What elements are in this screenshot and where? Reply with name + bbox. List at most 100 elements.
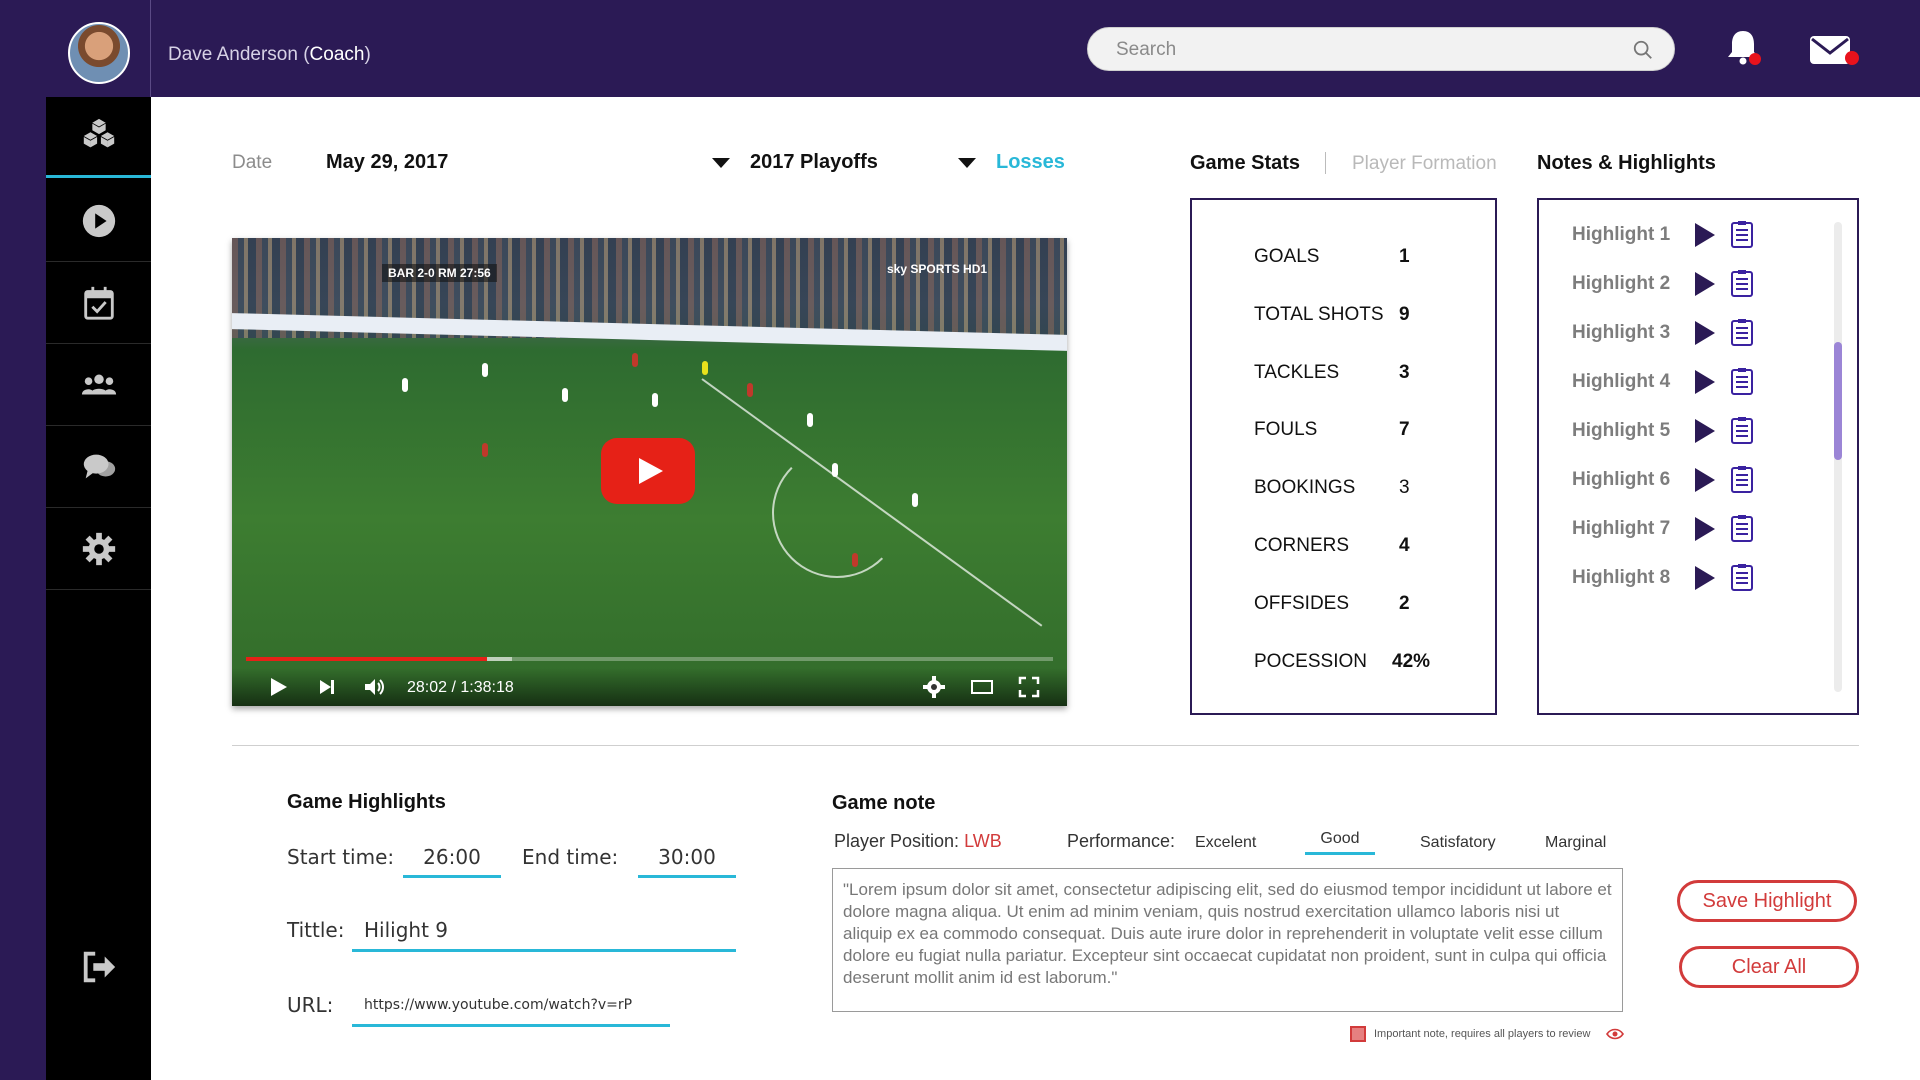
highlight-title-input[interactable] bbox=[352, 911, 736, 952]
stat-label: TACKLES bbox=[1254, 361, 1340, 383]
next-icon[interactable] bbox=[315, 675, 339, 699]
sidebar-item-messages[interactable] bbox=[46, 427, 151, 508]
highlight-item[interactable]: Highlight 2 bbox=[1572, 269, 1772, 299]
season-dropdown[interactable]: 2017 Playoffs bbox=[750, 151, 878, 174]
highlight-label[interactable]: Highlight 7 bbox=[1572, 518, 1670, 540]
stat-value: 3 bbox=[1399, 361, 1410, 383]
performance-option-good[interactable]: Good bbox=[1305, 830, 1375, 855]
video-player-figure bbox=[702, 361, 708, 375]
video-player[interactable]: BAR 2-0 RM 27:56 sky SPORTS HD1 28:02 / … bbox=[232, 238, 1067, 706]
highlight-item[interactable]: Highlight 8 bbox=[1572, 563, 1772, 593]
clipboard-icon[interactable] bbox=[1730, 514, 1754, 542]
season-dropdown-chevron-down-icon[interactable] bbox=[712, 158, 730, 168]
clipboard-icon[interactable] bbox=[1730, 220, 1754, 248]
start-time-input[interactable] bbox=[403, 838, 501, 878]
user-name-text: Dave Anderson bbox=[168, 44, 298, 65]
performance-option-excelent[interactable]: Excelent bbox=[1195, 834, 1256, 852]
play-icon[interactable] bbox=[1694, 320, 1716, 346]
highlight-item[interactable]: Highlight 1 bbox=[1572, 220, 1772, 250]
save-highlight-button[interactable]: Save Highlight bbox=[1677, 880, 1857, 922]
video-channel-logo: sky SPORTS HD1 bbox=[887, 262, 988, 276]
video-progress-bar[interactable] bbox=[246, 657, 1053, 661]
video-time-display: 28:02 / 1:38:18 bbox=[407, 679, 514, 696]
highlights-scrollbar-thumb[interactable] bbox=[1834, 342, 1842, 460]
play-icon[interactable] bbox=[1694, 271, 1716, 297]
chat-icon bbox=[83, 454, 115, 479]
stat-label: POCESSION bbox=[1254, 650, 1367, 672]
search-icon[interactable] bbox=[1632, 39, 1654, 61]
highlight-label[interactable]: Highlight 6 bbox=[1572, 469, 1670, 491]
sidebar-item-settings[interactable] bbox=[46, 509, 151, 590]
important-note-checkbox[interactable] bbox=[1350, 1026, 1366, 1042]
stat-row: TACKLES 3 bbox=[1254, 362, 1484, 392]
sidebar-item-team[interactable] bbox=[46, 345, 151, 426]
highlight-item[interactable]: Highlight 7 bbox=[1572, 514, 1772, 544]
clipboard-icon[interactable] bbox=[1730, 465, 1754, 493]
highlight-item[interactable]: Highlight 6 bbox=[1572, 465, 1772, 495]
tab-notes-highlights[interactable]: Notes & Highlights bbox=[1537, 152, 1716, 175]
play-icon[interactable] bbox=[1694, 467, 1716, 493]
end-time-input[interactable] bbox=[638, 838, 736, 878]
video-player-figure bbox=[562, 388, 568, 402]
highlight-label[interactable]: Highlight 1 bbox=[1572, 224, 1670, 246]
result-dropdown[interactable]: Losses bbox=[996, 151, 1065, 174]
stat-value: 9 bbox=[1399, 303, 1410, 325]
volume-icon[interactable] bbox=[362, 675, 386, 699]
stat-label: CORNERS bbox=[1254, 535, 1350, 556]
highlight-item[interactable]: Highlight 4 bbox=[1572, 367, 1772, 397]
clipboard-icon[interactable] bbox=[1730, 269, 1754, 297]
eye-icon[interactable] bbox=[1606, 1027, 1624, 1041]
clipboard-icon[interactable] bbox=[1730, 367, 1754, 395]
avatar[interactable] bbox=[68, 22, 130, 84]
search-input[interactable] bbox=[1116, 37, 1596, 63]
date-value[interactable]: May 29, 2017 bbox=[326, 151, 448, 174]
highlight-label[interactable]: Highlight 5 bbox=[1572, 420, 1670, 442]
video-player-figure bbox=[852, 553, 858, 567]
clipboard-icon[interactable] bbox=[1730, 416, 1754, 444]
play-icon[interactable] bbox=[1694, 222, 1716, 248]
play-icon[interactable] bbox=[1694, 418, 1716, 444]
highlight-label[interactable]: Highlight 3 bbox=[1572, 322, 1670, 344]
highlight-label[interactable]: Highlight 8 bbox=[1572, 567, 1670, 589]
clipboard-icon[interactable] bbox=[1730, 318, 1754, 346]
play-icon[interactable] bbox=[1694, 516, 1716, 542]
play-circle-icon bbox=[82, 204, 115, 238]
fullscreen-icon[interactable] bbox=[1017, 675, 1041, 699]
user-role-close: ) bbox=[364, 44, 371, 65]
mail-icon[interactable] bbox=[1808, 32, 1860, 70]
play-icon[interactable] bbox=[266, 675, 290, 699]
clear-all-button[interactable]: Clear All bbox=[1679, 946, 1859, 988]
tab-player-formation[interactable]: Player Formation bbox=[1352, 153, 1497, 175]
highlight-label[interactable]: Highlight 2 bbox=[1572, 273, 1670, 295]
player-position-value[interactable]: LWB bbox=[964, 831, 1002, 851]
stat-row: FOULS 7 bbox=[1254, 419, 1484, 449]
game-note-textarea[interactable]: "Lorem ipsum dolor sit amet, consectetur… bbox=[832, 868, 1623, 1012]
sidebar-item-calendar[interactable] bbox=[46, 263, 151, 344]
bell-icon[interactable] bbox=[1722, 27, 1764, 69]
tab-game-stats[interactable]: Game Stats bbox=[1190, 152, 1300, 175]
player-position-label: Player Position: bbox=[834, 831, 965, 851]
result-dropdown-chevron-down-icon[interactable] bbox=[958, 158, 976, 168]
stat-value: 1 bbox=[1399, 246, 1410, 267]
sidebar-item-logout[interactable] bbox=[46, 937, 151, 997]
search-box[interactable] bbox=[1087, 27, 1675, 71]
highlights-scrollbar[interactable] bbox=[1834, 222, 1842, 692]
settings-icon[interactable] bbox=[922, 675, 946, 699]
clipboard-icon[interactable] bbox=[1730, 563, 1754, 591]
stat-label: GOALS bbox=[1254, 246, 1320, 267]
play-icon[interactable] bbox=[1694, 565, 1716, 591]
highlight-label[interactable]: Highlight 4 bbox=[1572, 371, 1670, 393]
performance-option-marginal[interactable]: Marginal bbox=[1545, 834, 1606, 852]
theater-mode-icon[interactable] bbox=[970, 675, 994, 699]
play-icon[interactable] bbox=[1694, 369, 1716, 395]
sidebar-item-dashboard[interactable] bbox=[46, 97, 151, 178]
video-big-play-button[interactable] bbox=[601, 438, 695, 504]
highlight-item[interactable]: Highlight 5 bbox=[1572, 416, 1772, 446]
url-input[interactable] bbox=[352, 985, 670, 1027]
notes-highlights-panel: Highlight 1 Highlight 2 Highlight 3 Highlig… bbox=[1537, 198, 1859, 715]
performance-option-satisfatory[interactable]: Satisfatory bbox=[1420, 834, 1496, 852]
player-position: Player Position: LWB bbox=[834, 831, 1002, 852]
highlight-item[interactable]: Highlight 3 bbox=[1572, 318, 1772, 348]
sidebar-item-videos[interactable] bbox=[46, 181, 151, 262]
stat-label: BOOKINGS bbox=[1254, 477, 1356, 499]
